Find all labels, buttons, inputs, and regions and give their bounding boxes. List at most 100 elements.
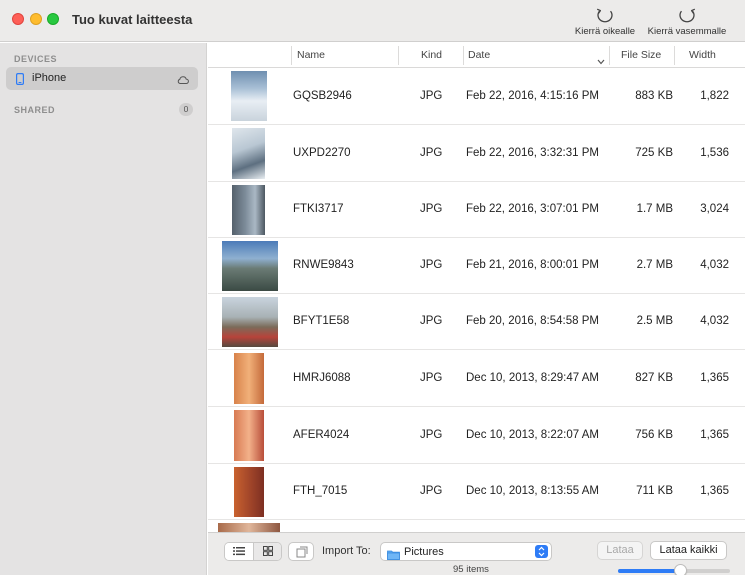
rotate-left-icon xyxy=(645,5,729,25)
column-header-name[interactable]: Name xyxy=(297,43,325,68)
cell-date: Feb 21, 2016, 8:00:01 PM xyxy=(466,259,599,271)
cell-kind: JPG xyxy=(420,315,443,327)
cell-size: 2.5 MB xyxy=(636,315,673,327)
cell-width: 4,032 xyxy=(700,259,729,271)
title-bar: Tuo kuvat laitteesta Kierrä oikealle Kie… xyxy=(0,0,745,42)
cell-name: HMRJ6088 xyxy=(293,372,351,384)
cell-date: Dec 10, 2013, 8:29:47 AM xyxy=(466,372,599,384)
cell-name: AFER4024 xyxy=(293,429,350,441)
photo-thumbnail xyxy=(234,353,264,404)
grid-view-button[interactable] xyxy=(254,543,281,560)
cell-size: 2.7 MB xyxy=(636,259,673,271)
table-row[interactable]: AFER4024 JPG Dec 10, 2013, 8:22:07 AM 756 K… xyxy=(208,407,745,464)
grid-view-icon xyxy=(263,546,273,556)
rotate-left-button[interactable]: Kierrä vasemmalle xyxy=(645,5,729,39)
cell-date: Feb 22, 2016, 3:07:01 PM xyxy=(466,203,599,215)
cell-size: 711 KB xyxy=(636,485,673,497)
cell-size: 827 KB xyxy=(635,372,673,384)
cell-name: FTH_7015 xyxy=(293,485,348,497)
items-count: 95 items xyxy=(453,564,489,575)
info-panel-icon xyxy=(296,546,308,558)
cell-width: 1,536 xyxy=(700,147,729,159)
cell-name: GQSB2946 xyxy=(293,90,352,102)
rotate-right-icon xyxy=(563,5,647,25)
column-header-file-size[interactable]: File Size xyxy=(621,43,661,68)
table-row[interactable]: HMRJ6088 JPG Dec 10, 2013, 8:29:47 AM 827 K… xyxy=(208,350,745,407)
column-divider[interactable] xyxy=(609,46,610,65)
cell-width: 4,032 xyxy=(700,315,729,327)
show-info-button[interactable] xyxy=(288,542,314,561)
cell-kind: JPG xyxy=(420,372,443,384)
thumbnail-size-slider[interactable] xyxy=(618,564,730,575)
cell-width: 1,822 xyxy=(700,90,729,102)
cell-width: 1,365 xyxy=(700,485,729,497)
column-divider[interactable] xyxy=(674,46,675,65)
import-destination-select[interactable]: Pictures xyxy=(380,542,552,561)
cell-name: UXPD2270 xyxy=(293,147,351,159)
cloud-icon[interactable] xyxy=(177,72,189,90)
table-row[interactable]: FTKI3717 JPG Feb 22, 2016, 3:07:01 PM 1.7 M… xyxy=(208,182,745,238)
cell-width: 1,365 xyxy=(700,429,729,441)
devices-heading: DEVICES xyxy=(14,54,58,64)
photo-thumbnail xyxy=(234,410,264,461)
stepper-icon xyxy=(535,545,548,558)
cell-kind: JPG xyxy=(420,259,443,271)
sidebar: DEVICES iPhone SHARED 0 xyxy=(0,43,207,575)
minimize-window-button[interactable] xyxy=(30,13,42,25)
table-header: Name Kind Date File Size Width xyxy=(208,43,745,68)
cell-width: 1,365 xyxy=(700,372,729,384)
import-destination-value: Pictures xyxy=(404,546,444,558)
cell-date: Dec 10, 2013, 8:13:55 AM xyxy=(466,485,599,497)
column-divider[interactable] xyxy=(291,46,292,65)
table-row[interactable]: RNWE9843 JPG Feb 21, 2016, 8:00:01 PM 2.7 M… xyxy=(208,238,745,294)
photo-thumbnail xyxy=(232,185,265,235)
photo-thumbnail xyxy=(218,523,280,532)
cell-kind: JPG xyxy=(420,203,443,215)
shared-count-badge: 0 xyxy=(179,103,193,116)
import-window: Tuo kuvat laitteesta Kierrä oikealle Kie… xyxy=(0,0,745,575)
view-mode-control xyxy=(224,542,282,561)
table-row[interactable]: UXPD2270 JPG Feb 22, 2016, 3:32:31 PM 725 K… xyxy=(208,125,745,182)
table-row[interactable]: GQSB2946 JPG Feb 22, 2016, 4:15:16 PM 883 K… xyxy=(208,68,745,125)
photo-table: Name Kind Date File Size Width GQSB2946 J… xyxy=(208,43,745,532)
slider-fill xyxy=(618,569,680,573)
photo-thumbnail xyxy=(222,241,278,291)
cell-name: BFYT1E58 xyxy=(293,315,350,327)
cell-date: Feb 22, 2016, 4:15:16 PM xyxy=(466,90,599,102)
download-button[interactable]: Lataa xyxy=(597,541,643,560)
cell-date: Feb 22, 2016, 3:32:31 PM xyxy=(466,147,599,159)
table-row[interactable]: BFYT1E58 JPG Feb 20, 2016, 8:54:58 PM 2.5 M… xyxy=(208,294,745,350)
download-all-button[interactable]: Lataa kaikki xyxy=(650,541,727,560)
iphone-icon xyxy=(16,72,25,90)
shared-heading: SHARED xyxy=(14,105,56,115)
cell-size: 756 KB xyxy=(635,429,673,441)
list-view-button[interactable] xyxy=(225,543,254,560)
column-header-width[interactable]: Width xyxy=(689,43,716,68)
photo-thumbnail xyxy=(234,467,264,517)
rotate-right-label: Kierrä oikealle xyxy=(574,26,636,37)
cell-name: FTKI3717 xyxy=(293,203,344,215)
sidebar-item-iphone[interactable]: iPhone xyxy=(6,67,198,90)
cell-name: RNWE9843 xyxy=(293,259,354,271)
photo-thumbnail xyxy=(222,297,278,347)
cell-size: 883 KB xyxy=(635,90,673,102)
table-row[interactable]: FTH_7015 JPG Dec 10, 2013, 8:13:55 AM 711 K… xyxy=(208,464,745,520)
slider-knob[interactable] xyxy=(674,564,687,575)
column-divider[interactable] xyxy=(398,46,399,65)
cell-kind: JPG xyxy=(420,429,443,441)
cell-date: Feb 20, 2016, 8:54:58 PM xyxy=(466,315,599,327)
zoom-window-button[interactable] xyxy=(47,13,59,25)
import-to-label: Import To: xyxy=(322,545,371,557)
column-header-date[interactable]: Date xyxy=(468,43,490,68)
photo-thumbnail xyxy=(232,128,265,179)
cell-date: Dec 10, 2013, 8:22:07 AM xyxy=(466,429,599,441)
cell-kind: JPG xyxy=(420,90,443,102)
cell-width: 3,024 xyxy=(700,203,729,215)
close-window-button[interactable] xyxy=(12,13,24,25)
photo-thumbnail xyxy=(231,71,267,121)
rotate-right-button[interactable]: Kierrä oikealle xyxy=(563,5,647,39)
column-divider[interactable] xyxy=(463,46,464,65)
cell-kind: JPG xyxy=(420,147,443,159)
column-header-kind[interactable]: Kind xyxy=(421,43,442,68)
window-title: Tuo kuvat laitteesta xyxy=(72,12,193,27)
